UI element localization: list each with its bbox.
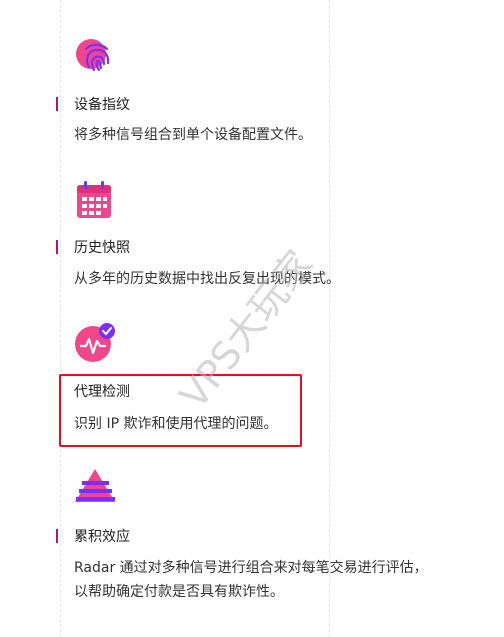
pyramid-icon (74, 466, 115, 506)
feature-title: 历史快照 (74, 240, 130, 256)
feature-description: 从多年的历史数据中找出反复出现的模式。 (74, 271, 340, 287)
right-guide-line (329, 0, 330, 637)
feature-title-row: 设备指纹 (56, 95, 130, 113)
feature-title: 设备指纹 (74, 97, 130, 113)
feature-title: 累积效应 (74, 529, 130, 545)
feature-description: 将多种信号组合到单个设备配置文件。 (74, 127, 312, 143)
title-accent-bar (56, 97, 58, 111)
title-accent-bar (56, 529, 58, 543)
fingerprint-icon (74, 37, 114, 77)
title-accent-bar (56, 240, 58, 254)
heartbeat-check-icon (74, 322, 115, 362)
feature-description-line-2: 以帮助确定付款是否具有欺诈性。 (74, 584, 284, 600)
calendar-icon (74, 180, 114, 220)
feature-description-line-1: Radar 通过对多种信号进行组合来对每笔交易进行评估， (74, 560, 428, 576)
feature-title-row: 累积效应 (56, 527, 130, 545)
feature-title-row: 历史快照 (56, 238, 130, 256)
highlight-box (59, 374, 302, 447)
